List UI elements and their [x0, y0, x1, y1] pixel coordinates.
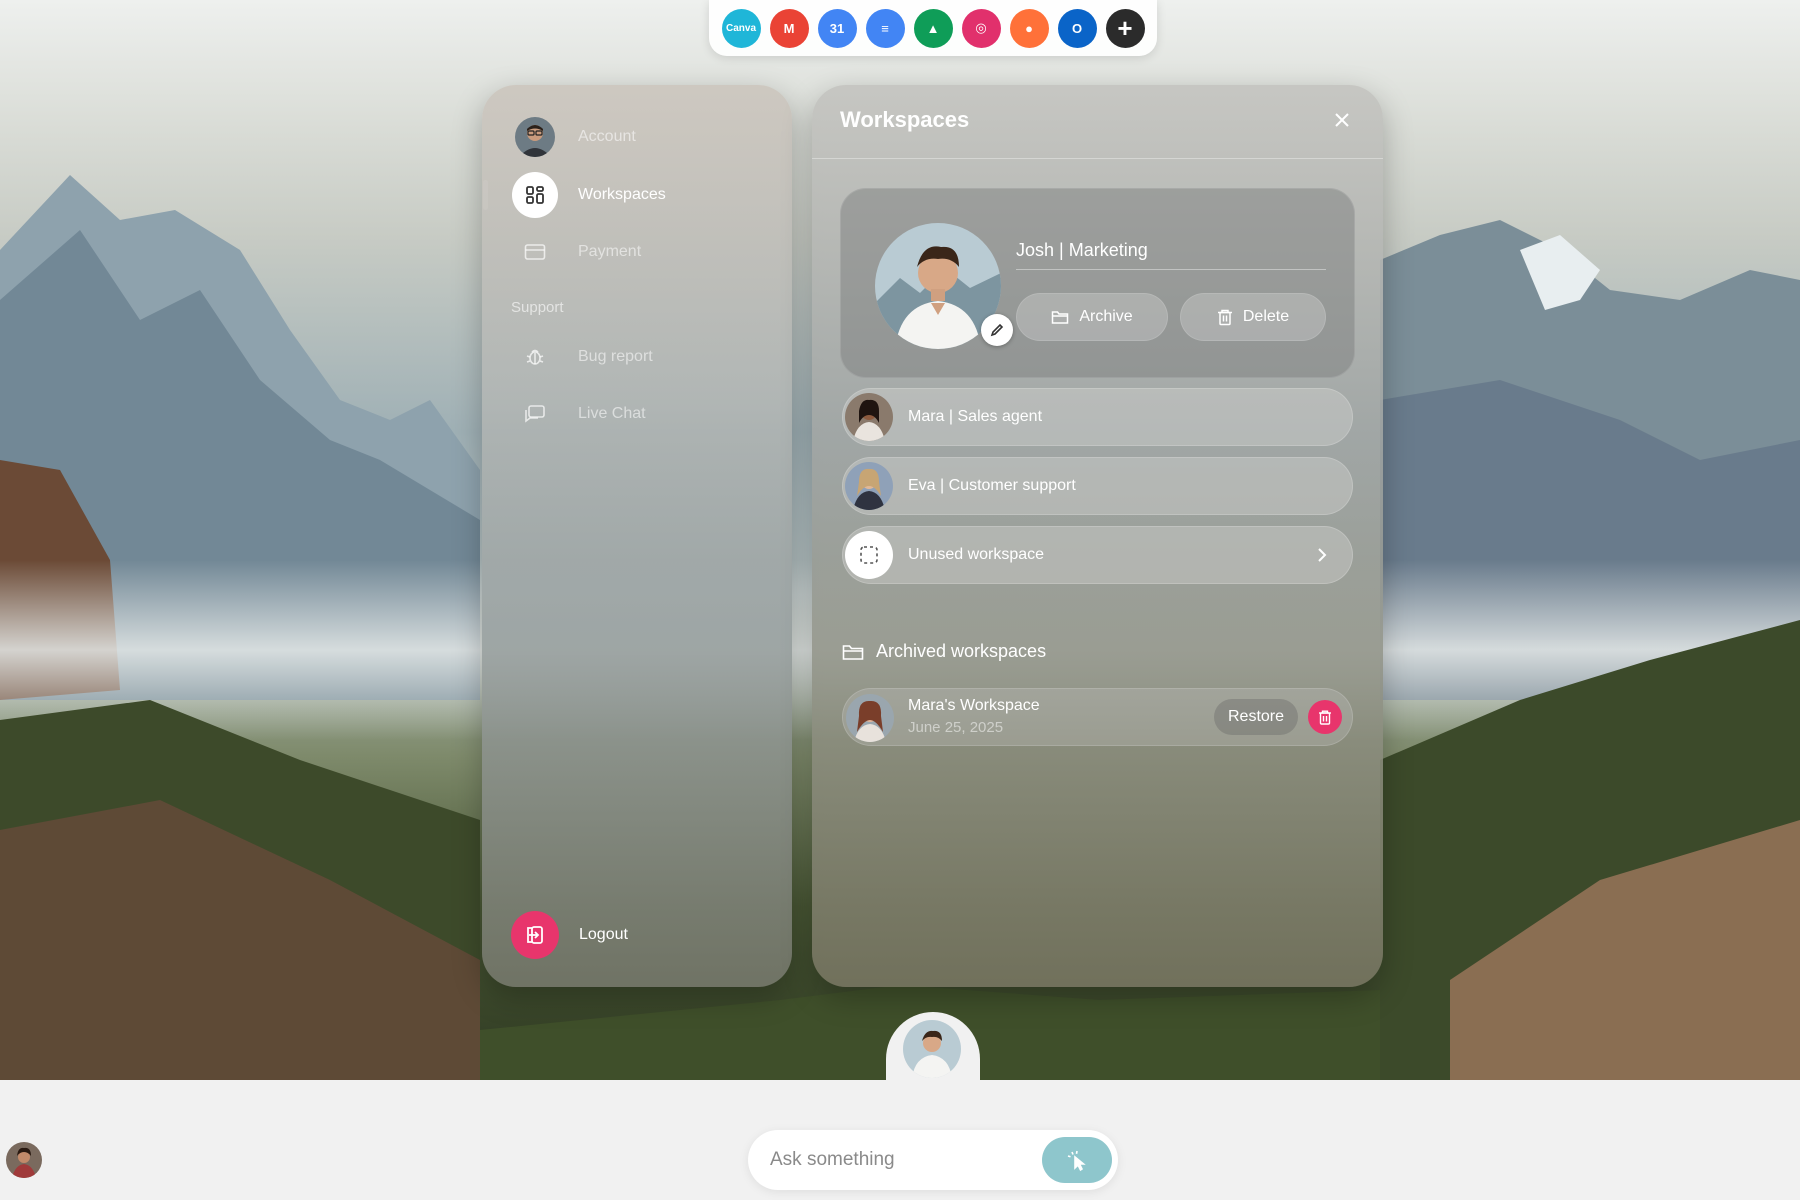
- settings-sidebar: Account Workspaces Payment Support Bug r…: [482, 85, 792, 987]
- sparkle-cursor-icon: [1067, 1150, 1086, 1172]
- bug-icon: [512, 334, 558, 380]
- folder-icon: [1052, 311, 1069, 324]
- workspace-label: Eva | Customer support: [908, 477, 1076, 494]
- panel-header: Workspaces: [812, 85, 1383, 159]
- avatar: [845, 393, 893, 441]
- grid-icon: [512, 172, 558, 218]
- archive-button[interactable]: Archive: [1016, 293, 1168, 341]
- edit-avatar-button[interactable]: [981, 314, 1013, 346]
- delete-button[interactable]: Delete: [1180, 293, 1326, 341]
- archive-label: Archive: [1079, 308, 1133, 325]
- workspace-item-mara[interactable]: Mara | Sales agent: [842, 388, 1353, 446]
- archived-heading: Archived workspaces: [842, 641, 1046, 662]
- account-avatar: [515, 117, 555, 157]
- sidebar-item-live-chat[interactable]: Live Chat: [512, 389, 772, 439]
- instagram-icon[interactable]: ◎: [961, 8, 1001, 48]
- trash-icon: [1319, 710, 1331, 725]
- firefox-icon[interactable]: ●: [1009, 8, 1049, 48]
- archived-heading-label: Archived workspaces: [876, 641, 1047, 661]
- avatar: [845, 462, 893, 510]
- assistant-avatar[interactable]: [903, 1020, 961, 1078]
- sidebar-item-payment[interactable]: Payment: [512, 227, 772, 277]
- delete-label: Delete: [1242, 308, 1290, 325]
- archived-workspace-date: June 25, 2025: [908, 719, 1004, 736]
- card-icon: [512, 229, 558, 275]
- logout-label: Logout: [579, 926, 628, 943]
- support-section-label: Support: [511, 299, 564, 316]
- ask-input[interactable]: [770, 1144, 1020, 1176]
- panel-title: Workspaces: [840, 107, 970, 132]
- sidebar-item-account[interactable]: Account: [512, 112, 772, 162]
- sidebar-item-label: Account: [578, 128, 636, 145]
- chevron-right-icon: [1318, 548, 1327, 562]
- logout-icon: [511, 911, 559, 959]
- current-workspace-card: Archive Delete: [840, 188, 1355, 378]
- sidebar-item-bug-report[interactable]: Bug report: [512, 332, 772, 382]
- ask-bar: [748, 1130, 1118, 1190]
- app-dock: Canva M 31 ≡ ▲ ◎ ● O +: [709, 0, 1157, 56]
- workspace-label: Unused workspace: [908, 546, 1045, 563]
- avatar: [846, 694, 894, 742]
- sidebar-item-label: Payment: [578, 243, 642, 260]
- ask-send-button[interactable]: [1042, 1137, 1112, 1183]
- pencil-icon: [990, 323, 1004, 337]
- trash-icon: [1217, 309, 1232, 325]
- sidebar-item-workspaces[interactable]: Workspaces: [512, 170, 772, 220]
- restore-button[interactable]: Restore: [1214, 699, 1298, 735]
- workspaces-panel: Workspaces Josh | Marketing Archive Dele…: [812, 85, 1383, 987]
- workspace-label: Mara | Sales agent: [908, 408, 1043, 425]
- calendar-icon[interactable]: 31: [817, 8, 857, 48]
- canva-icon[interactable]: Canva: [721, 8, 761, 48]
- workspace-item-unused[interactable]: Unused workspace: [842, 526, 1353, 584]
- workspace-item-eva[interactable]: Eva | Customer support: [842, 457, 1353, 515]
- archived-item: Mara's Workspace June 25, 2025 Restore: [842, 688, 1353, 746]
- plus-icon[interactable]: +: [1105, 8, 1145, 48]
- user-avatar[interactable]: [6, 1142, 42, 1178]
- sidebar-item-label: Bug report: [578, 348, 653, 365]
- docs-icon[interactable]: ≡: [865, 8, 905, 48]
- workspace-name-field[interactable]: [1016, 232, 1326, 270]
- drive-icon[interactable]: ▲: [913, 8, 953, 48]
- close-icon: [1335, 113, 1349, 127]
- gmail-icon[interactable]: M: [769, 8, 809, 48]
- chat-icon: [512, 391, 558, 437]
- delete-archived-button[interactable]: [1308, 700, 1342, 734]
- logout-button[interactable]: Logout: [511, 910, 771, 960]
- dashed-square-icon: [845, 531, 893, 579]
- folder-icon: [842, 644, 864, 660]
- outlook-icon[interactable]: O: [1057, 8, 1097, 48]
- sidebar-item-label: Workspaces: [578, 186, 666, 203]
- sidebar-item-label: Live Chat: [578, 405, 646, 422]
- archived-workspace-name: Mara's Workspace: [908, 697, 1040, 714]
- close-button[interactable]: [1329, 107, 1355, 133]
